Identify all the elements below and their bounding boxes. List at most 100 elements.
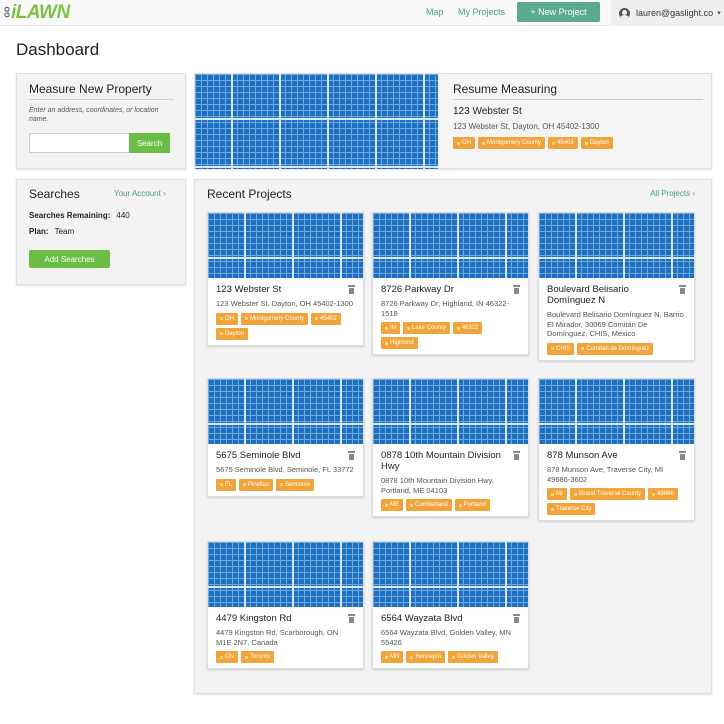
trash-icon[interactable] (679, 451, 686, 460)
add-searches-button[interactable]: Add Searches (29, 250, 110, 268)
nav-map-link[interactable]: Map (426, 7, 444, 17)
project-tags: MI Grand Traverse County 49686 Traverse Cit… (547, 488, 686, 515)
tag: 49686 (648, 488, 678, 500)
user-email: lauren@gaslight.co (636, 8, 714, 18)
tag: IN (381, 322, 400, 334)
project-card-body: 6564 Wayzata Blvd 6564 Wayzata Blvd, Gol… (373, 607, 528, 668)
tag: Portland (454, 499, 491, 511)
project-map-thumbnail[interactable] (539, 213, 694, 278)
plan-value: Team (54, 227, 75, 236)
resume-tags: OH Montgomery County 45402 Dayton (453, 137, 613, 149)
project-address: 4479 Kingston Rd, Scarborough, ON M1E 2N… (216, 628, 339, 647)
logo[interactable]: GO iLAWN (4, 2, 71, 24)
tag: Seminole (276, 478, 315, 491)
tag: Cumberland (406, 499, 452, 511)
tag: OH (453, 137, 475, 149)
new-project-button[interactable]: + New Project (517, 2, 600, 22)
user-menu[interactable]: lauren@gaslight.co ▾ (611, 0, 724, 26)
project-card[interactable]: 123 Webster St 123 Webster St, Dayton, O… (207, 212, 364, 346)
resume-project-name[interactable]: 123 Webster St (453, 106, 522, 117)
project-address: 123 Webster St, Dayton, OH 45402-1300 (216, 299, 354, 308)
project-tags: ON Toronto (216, 651, 355, 663)
project-card-body: 5675 Seminole Blvd 5675 Seminole Blvd, S… (208, 444, 363, 496)
measure-panel: Measure New Property Enter an address, c… (16, 73, 186, 169)
your-account-link[interactable]: Your Account › (114, 189, 166, 198)
project-name[interactable]: 0878 10th Mountain Division Hwy (381, 450, 520, 472)
project-name[interactable]: 878 Munson Ave (547, 450, 686, 461)
project-card[interactable]: 878 Munson Ave 878 Munson Ave, Traverse … (538, 378, 695, 521)
project-card-body: 123 Webster St 123 Webster St, Dayton, O… (208, 278, 363, 345)
project-tags: OH Montgomery County 45402 Dayton (216, 312, 355, 340)
tag: Pinellas (239, 478, 274, 491)
searches-remaining-value: 440 (116, 211, 130, 220)
project-address: 8726 Parkway Dr, Highland, IN 46322-1518 (381, 299, 509, 318)
resume-map-thumbnail[interactable] (195, 74, 438, 169)
project-card-body: 8726 Parkway Dr 8726 Parkway Dr, Highlan… (373, 278, 528, 354)
search-button[interactable]: Search (129, 133, 170, 153)
tag: Grand Traverse County (569, 488, 646, 500)
project-name[interactable]: 6564 Wayzata Blvd (381, 613, 520, 624)
project-card-body: 878 Munson Ave 878 Munson Ave, Traverse … (539, 444, 694, 520)
searches-panel: Searches Your Account › Searches Remaini… (16, 179, 186, 285)
tag: Traverse City (547, 503, 596, 515)
logo-text: iLAWN (11, 2, 70, 23)
tag: FL (216, 478, 237, 491)
tag: Dayton (580, 137, 613, 149)
project-card[interactable]: 6564 Wayzata Blvd 6564 Wayzata Blvd, Gol… (372, 541, 529, 669)
project-name[interactable]: 123 Webster St (216, 284, 355, 295)
project-map-thumbnail[interactable] (373, 542, 528, 607)
project-card-body: 0878 10th Mountain Division Hwy 0878 10t… (373, 444, 528, 516)
project-name[interactable]: Boulevard Belisario Domínguez N (547, 284, 686, 306)
project-map-thumbnail[interactable] (539, 379, 694, 444)
searches-title: Searches (29, 187, 80, 201)
tag: Comitán de Domínguez (577, 342, 654, 355)
tag: MN (381, 651, 404, 663)
tag: 45402 (311, 312, 341, 325)
plan-row: Plan: Team (29, 227, 74, 236)
tag: CHIS (547, 342, 575, 355)
searches-remaining-label: Searches Remaining: (29, 211, 111, 220)
trash-icon[interactable] (348, 285, 355, 294)
project-map-thumbnail[interactable] (373, 379, 528, 444)
all-projects-link[interactable]: All Projects › (650, 189, 695, 198)
address-search-input[interactable] (29, 133, 129, 153)
resume-panel: Resume Measuring 123 Webster St 123 Webs… (194, 73, 712, 169)
project-address: Boulevard Belisario Domínguez N, Barrio … (547, 310, 684, 338)
trash-icon[interactable] (513, 451, 520, 460)
divider (453, 99, 703, 100)
tag: ON (216, 651, 238, 663)
tag: Toronto (241, 651, 275, 663)
trash-icon[interactable] (348, 451, 355, 460)
user-circle-icon (619, 7, 630, 19)
tag: Montgomery County (478, 137, 546, 149)
tag: Hennepin (406, 651, 446, 663)
tag: ME (381, 499, 403, 511)
logo-prefix: GO (4, 6, 12, 17)
nav-my-projects-link[interactable]: My Projects (458, 7, 505, 17)
project-map-thumbnail[interactable] (208, 542, 363, 607)
tag: 45402 (548, 137, 578, 149)
chevron-down-icon: ▾ (717, 10, 721, 17)
project-map-thumbnail[interactable] (208, 213, 363, 278)
project-tags: CHIS Comitán de Domínguez (547, 342, 686, 355)
trash-icon[interactable] (679, 285, 686, 294)
project-address: 878 Munson Ave, Traverse City, MI 49686-… (547, 465, 664, 484)
trash-icon[interactable] (513, 285, 520, 294)
project-name[interactable]: 5675 Seminole Blvd (216, 450, 355, 461)
project-address: 0878 10th Mountain Division Hwy, Portlan… (381, 476, 494, 495)
project-card-body: Boulevard Belisario Domínguez N Boulevar… (539, 278, 694, 360)
project-name[interactable]: 4479 Kingston Rd (216, 613, 355, 624)
measure-instructions: Enter an address, coordinates, or locati… (29, 107, 159, 123)
tag: 46322 (452, 322, 483, 334)
project-name[interactable]: 8726 Parkway Dr (381, 284, 520, 295)
page-title: Dashboard (16, 40, 100, 59)
project-card[interactable]: 5675 Seminole Blvd 5675 Seminole Blvd, S… (207, 378, 364, 497)
project-card[interactable]: 4479 Kingston Rd 4479 Kingston Rd, Scarb… (207, 541, 364, 669)
project-card[interactable]: Boulevard Belisario Domínguez N Boulevar… (538, 212, 695, 361)
project-card[interactable]: 8726 Parkway Dr 8726 Parkway Dr, Highlan… (372, 212, 529, 355)
trash-icon[interactable] (513, 614, 520, 623)
trash-icon[interactable] (348, 614, 355, 623)
project-map-thumbnail[interactable] (208, 379, 363, 444)
project-map-thumbnail[interactable] (373, 213, 528, 278)
project-card[interactable]: 0878 10th Mountain Division Hwy 0878 10t… (372, 378, 529, 517)
